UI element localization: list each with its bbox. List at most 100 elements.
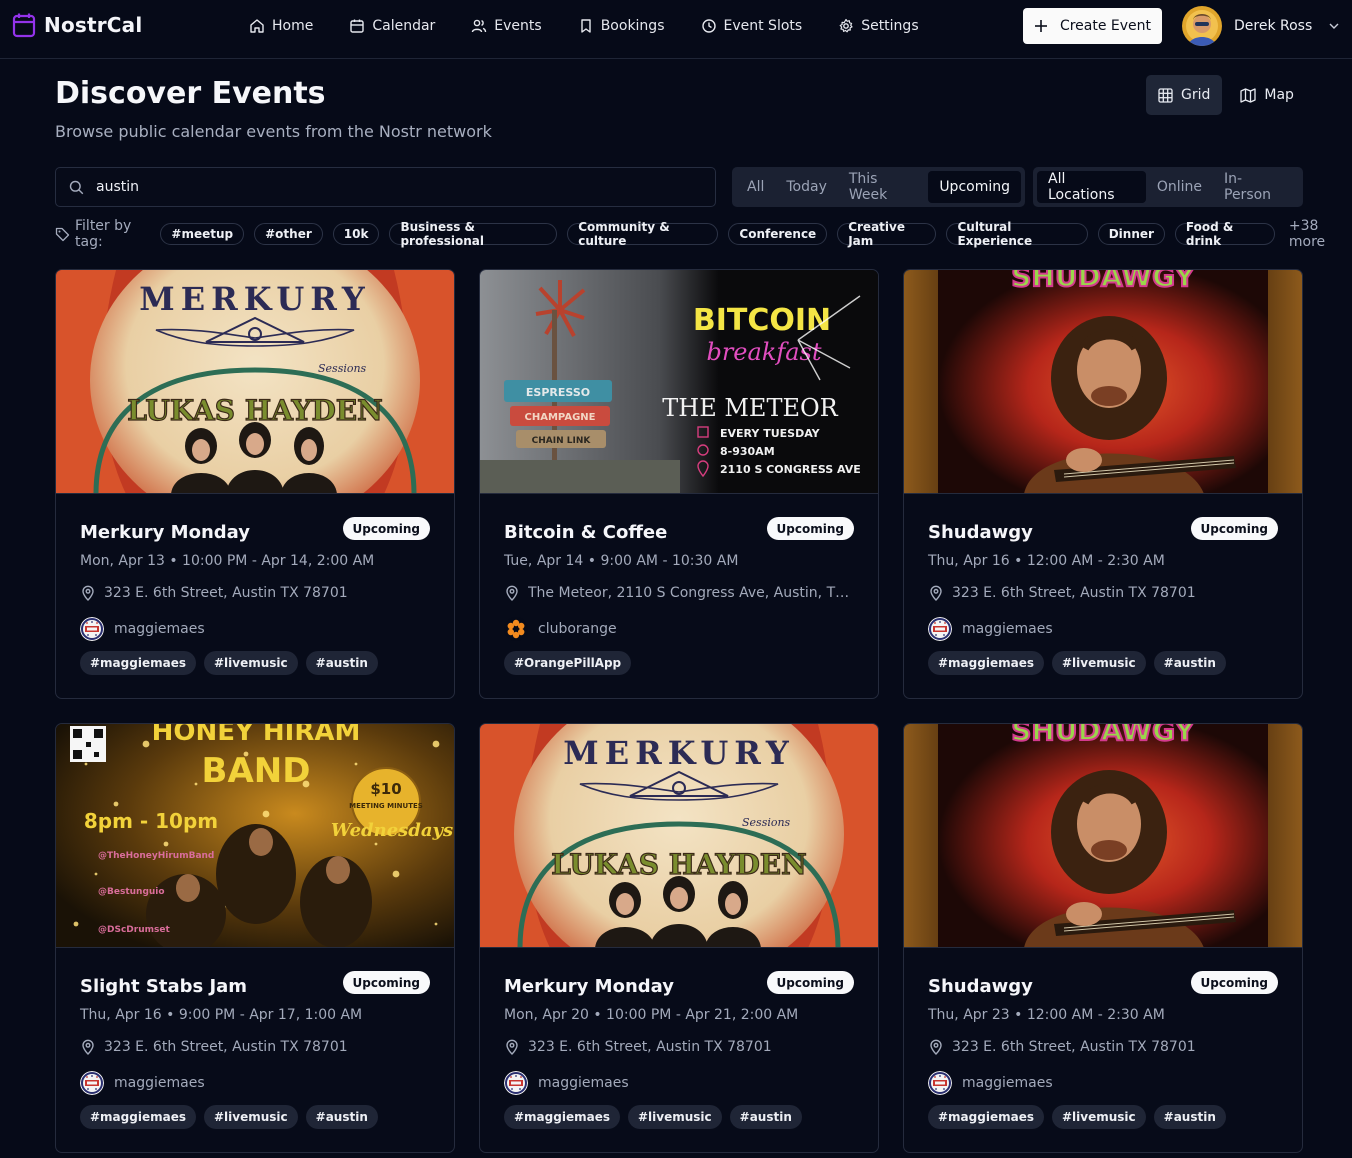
location-filter-online[interactable]: Online <box>1146 171 1213 203</box>
nav-settings[interactable]: Settings <box>838 18 919 34</box>
grid-view-button[interactable]: Grid <box>1146 75 1223 115</box>
svg-text:MEETING MINUTES: MEETING MINUTES <box>349 802 423 810</box>
brand[interactable]: NostrCal <box>12 12 142 38</box>
tag-chip[interactable]: Cultural Experience <box>946 220 1088 248</box>
more-tags-link[interactable]: +38 more <box>1289 218 1352 250</box>
event-organizer[interactable]: maggiemaes <box>80 617 205 641</box>
event-tag[interactable]: #maggiemaes <box>504 1105 620 1129</box>
svg-text:Sessions: Sessions <box>742 816 791 829</box>
event-tag[interactable]: #livemusic <box>203 651 298 675</box>
tag-chip[interactable]: Food & drink <box>1174 220 1275 248</box>
organizer-avatar <box>928 617 952 641</box>
svg-text:@DScDrumset: @DScDrumset <box>98 925 170 935</box>
time-filter-this-week[interactable]: This Week <box>838 171 928 203</box>
event-title: Bitcoin & Coffee <box>504 522 668 543</box>
event-card[interactable]: MERKURY Sessions LUKAS HAYDEN Merkury Mo… <box>55 269 455 699</box>
event-organizer[interactable]: maggiemaes <box>928 617 1053 641</box>
page-subtitle: Browse public calendar events from the N… <box>55 122 492 141</box>
event-card[interactable]: SHUDAWGY Shudawgy Upcoming Thu, Apr 23 •… <box>903 723 1303 1153</box>
event-organizer[interactable]: maggiemaes <box>80 1071 205 1095</box>
event-tag[interactable]: #livemusic <box>1051 1105 1146 1129</box>
event-card[interactable]: HONEY HIRAM BAND 8pm - 10pm $10 MEETING … <box>55 723 455 1153</box>
tag-chip[interactable]: Business & professional <box>389 220 558 248</box>
create-event-button[interactable]: Create Event <box>1023 8 1162 44</box>
event-date: Mon, Apr 20 • 10:00 PM - Apr 21, 2:00 AM <box>504 1007 799 1023</box>
tag-chip[interactable]: #other <box>254 223 323 245</box>
svg-text:@Bestunguio: @Bestunguio <box>98 887 165 897</box>
time-filter-upcoming[interactable]: Upcoming <box>928 171 1021 203</box>
event-card[interactable]: MERKURY Sessions LUKAS HAYDEN Merkury Mo… <box>479 723 879 1153</box>
nav-events[interactable]: Events <box>471 18 542 34</box>
svg-text:BITCOIN: BITCOIN <box>693 303 831 338</box>
tag-chip[interactable]: Conference <box>728 223 828 245</box>
event-tag[interactable]: #maggiemaes <box>80 1105 196 1129</box>
svg-text:$10: $10 <box>370 780 401 798</box>
event-date: Mon, Apr 13 • 10:00 PM - Apr 14, 2:00 AM <box>80 553 375 569</box>
clock-icon <box>701 18 717 34</box>
event-tags: #maggiemaes #livemusic #austin <box>928 1105 1226 1129</box>
event-date: Tue, Apr 14 • 9:00 AM - 10:30 AM <box>504 553 739 569</box>
svg-text:2110 S CONGRESS AVE: 2110 S CONGRESS AVE <box>720 463 861 476</box>
calendar-logo-icon <box>12 12 36 38</box>
svg-text:ESPRESSO: ESPRESSO <box>526 386 590 399</box>
svg-text:THE METEOR: THE METEOR <box>662 394 838 422</box>
svg-text:8-930AM: 8-930AM <box>720 445 775 458</box>
event-organizer[interactable]: maggiemaes <box>504 1071 629 1095</box>
event-tag[interactable]: #austin <box>1153 1105 1226 1129</box>
event-title: Merkury Monday <box>80 522 250 543</box>
nav-event-slots[interactable]: Event Slots <box>701 18 802 34</box>
tag-chip[interactable]: #meetup <box>160 223 245 245</box>
svg-text:Wednesdays: Wednesdays <box>331 820 453 841</box>
event-date: Thu, Apr 23 • 12:00 AM - 2:30 AM <box>928 1007 1165 1023</box>
event-image: HONEY HIRAM BAND 8pm - 10pm $10 MEETING … <box>56 724 454 948</box>
gear-icon <box>838 18 854 34</box>
tag-chip[interactable]: Dinner <box>1097 223 1165 245</box>
event-card[interactable]: SHUDAWGY Shudawgy Upcoming Thu, Apr 16 •… <box>903 269 1303 699</box>
event-tag[interactable]: #maggiemaes <box>928 1105 1044 1129</box>
tag-chip[interactable]: Creative Jam <box>837 220 937 248</box>
event-tag[interactable]: #OrangePillApp <box>504 651 632 675</box>
tag-icon <box>55 227 70 242</box>
svg-text:Sessions: Sessions <box>318 362 367 375</box>
event-tag[interactable]: #livemusic <box>627 1105 722 1129</box>
status-badge: Upcoming <box>342 971 430 994</box>
event-tags: #maggiemaes #livemusic #austin <box>80 651 378 675</box>
search-icon <box>69 180 84 195</box>
svg-text:CHAIN LINK: CHAIN LINK <box>532 436 592 446</box>
event-tag[interactable]: #austin <box>305 1105 378 1129</box>
top-navigation: NostrCal Home Calendar Events Bookings E… <box>0 0 1352 59</box>
nav-calendar[interactable]: Calendar <box>349 18 435 34</box>
event-tag[interactable]: #livemusic <box>1051 651 1146 675</box>
tag-chip[interactable]: Community & culture <box>567 220 719 248</box>
map-view-button[interactable]: Map <box>1228 75 1306 115</box>
time-filter-all[interactable]: All <box>736 171 775 203</box>
event-location-text: 323 E. 6th Street, Austin TX 78701 <box>104 585 348 601</box>
map-pin-icon <box>504 585 520 601</box>
nav-settings-label: Settings <box>861 18 919 34</box>
event-organizer[interactable]: cluborange <box>504 617 617 641</box>
event-image: MERKURY Sessions LUKAS HAYDEN <box>480 724 878 948</box>
location-filter-in-person[interactable]: In-Person <box>1213 171 1299 203</box>
event-organizer[interactable]: maggiemaes <box>928 1071 1053 1095</box>
status-badge: Upcoming <box>342 517 430 540</box>
nav-bookings[interactable]: Bookings <box>578 18 665 34</box>
event-tag[interactable]: #maggiemaes <box>80 651 196 675</box>
location-filter-all[interactable]: All Locations <box>1037 171 1146 203</box>
event-title: Shudawgy <box>928 976 1033 997</box>
event-tag[interactable]: #austin <box>1153 651 1226 675</box>
calendar-icon <box>349 18 365 34</box>
tag-chip[interactable]: 10k <box>332 223 380 245</box>
event-tag[interactable]: #austin <box>729 1105 802 1129</box>
time-filter-today[interactable]: Today <box>775 171 838 203</box>
search-input[interactable]: austin <box>55 167 716 207</box>
event-tag[interactable]: #austin <box>305 651 378 675</box>
event-tag[interactable]: #maggiemaes <box>928 651 1044 675</box>
nav-calendar-label: Calendar <box>372 18 436 34</box>
view-toggle: Grid Map <box>1146 75 1306 115</box>
user-menu[interactable]: Derek Ross <box>1182 6 1340 46</box>
event-card[interactable]: ESPRESSO CHAMPAGNE CHAIN LINK BITCOIN br… <box>479 269 879 699</box>
status-badge: Upcoming <box>1190 971 1278 994</box>
event-image: ESPRESSO CHAMPAGNE CHAIN LINK BITCOIN br… <box>480 270 878 494</box>
nav-home[interactable]: Home <box>249 18 313 34</box>
event-tag[interactable]: #livemusic <box>203 1105 298 1129</box>
